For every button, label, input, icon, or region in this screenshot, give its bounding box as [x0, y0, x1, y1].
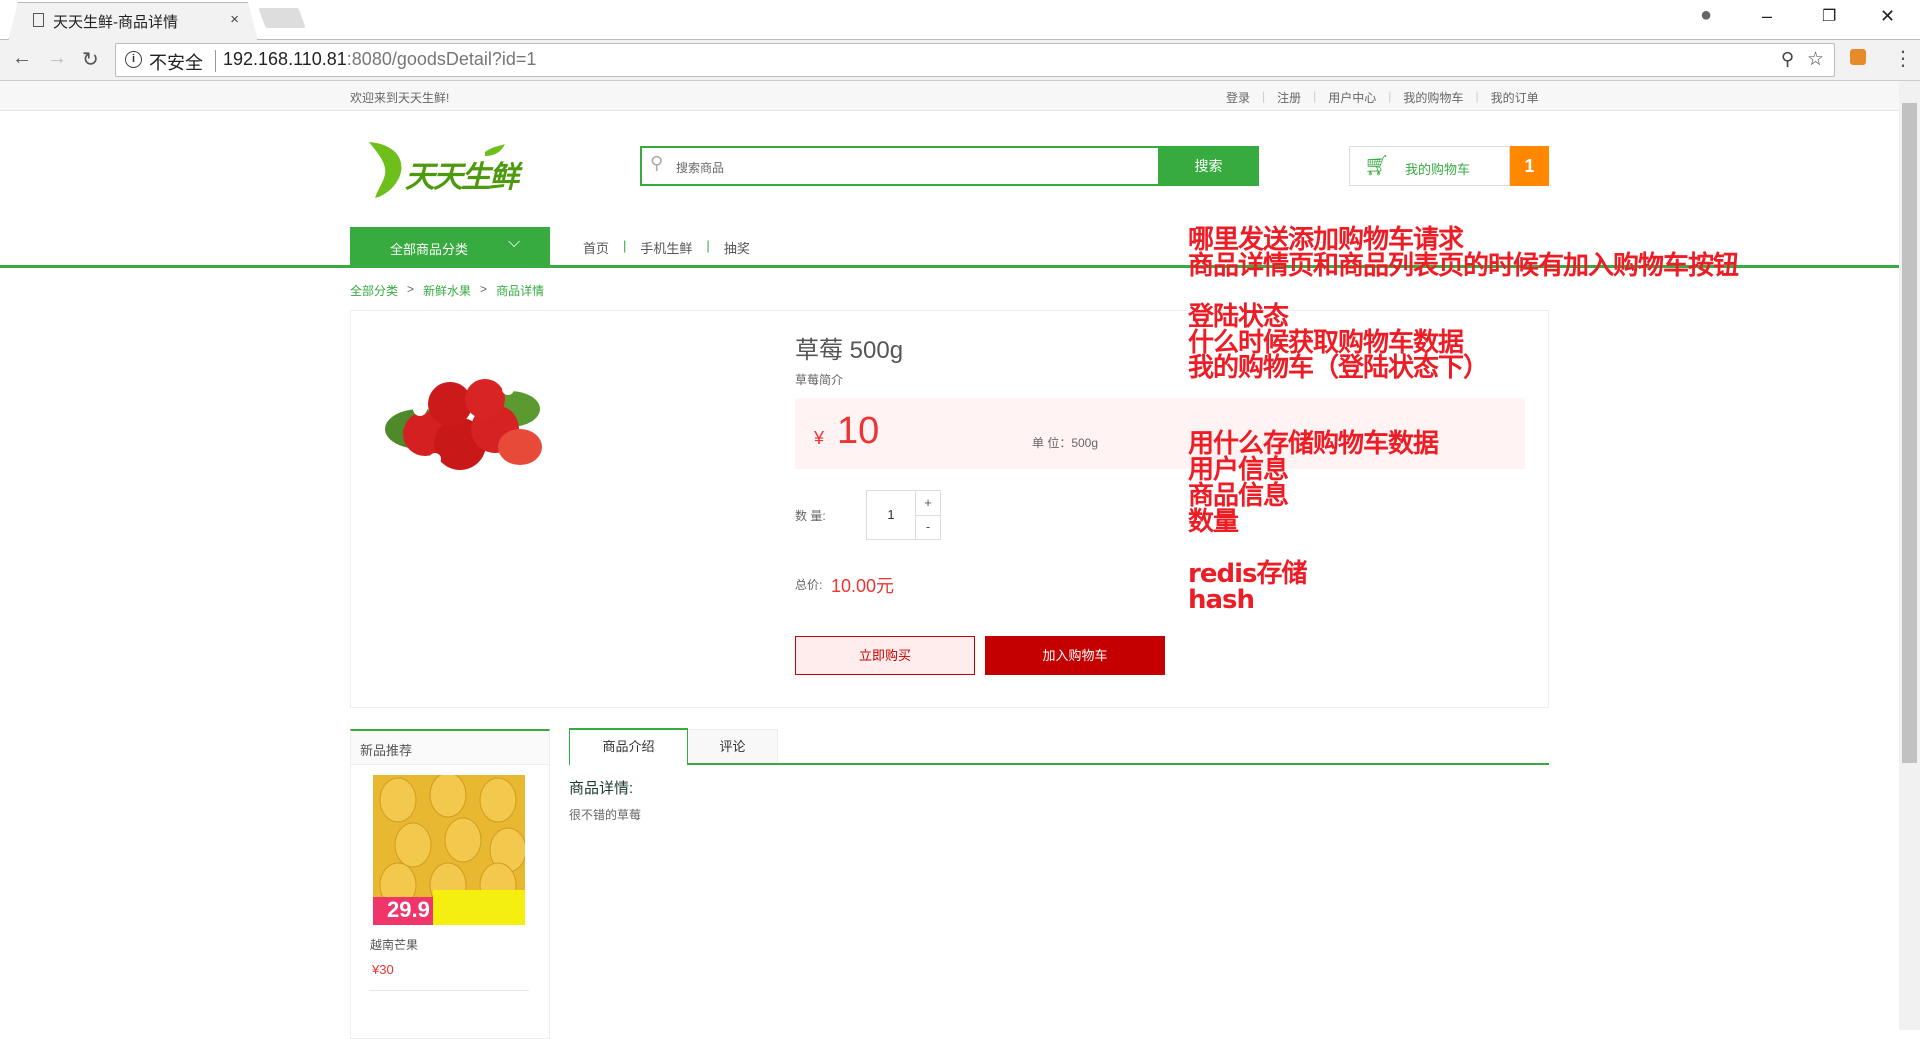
nav-home[interactable]: 首页 — [583, 238, 609, 257]
detail-text: 很不错的草莓 — [569, 808, 642, 822]
close-window-button[interactable]: ✕ — [1880, 6, 1895, 27]
tab-comments[interactable]: 评论 — [687, 729, 778, 764]
tab-underline — [569, 763, 1549, 765]
register-link[interactable]: 注册 — [1277, 89, 1301, 106]
product-brief: 草莓简介 — [795, 373, 844, 387]
product-title: 草莓 500g — [795, 337, 904, 364]
buy-now-button[interactable]: 立即购买 — [795, 636, 975, 675]
total-label: 总价: — [795, 578, 823, 592]
annotation: 用户信息 — [1188, 455, 1289, 485]
minimize-button[interactable]: – — [1762, 6, 1772, 27]
url-path: :8080/goodsDetail?id=1 — [346, 49, 537, 69]
search-icon: ⚲ — [650, 153, 664, 173]
profile-icon[interactable]: ● — [1700, 4, 1712, 27]
breadcrumb: 全部分类 > 新鲜水果 > 商品详情 — [350, 282, 545, 299]
login-link[interactable]: 登录 — [1226, 89, 1250, 106]
quantity-plus-button[interactable]: + — [915, 490, 941, 516]
total-price: 10.00元 — [831, 576, 895, 596]
annotation: 商品详情页和商品列表页的时候有加入购物车按钮 — [1188, 251, 1739, 281]
tab-product-intro[interactable]: 商品介绍 — [569, 728, 688, 765]
insecure-label: 不安全 — [149, 53, 203, 73]
quantity-label: 数 量: — [795, 509, 826, 523]
annotation: 哪里发送添加购物车请求 — [1188, 225, 1464, 255]
promo-price: 29.9 — [387, 897, 430, 922]
all-categories-menu[interactable]: 全部商品分类 ⌵ — [350, 227, 550, 266]
mango-image[interactable]: 29.9 — [373, 775, 525, 925]
site-logo[interactable]: 天天生鲜 — [365, 138, 525, 200]
panel-title: 新品推荐 — [351, 731, 549, 765]
back-icon[interactable]: ← — [12, 47, 32, 70]
my-orders-link[interactable]: 我的订单 — [1491, 89, 1539, 106]
main-nav: 首页 | 手机生鲜 | 抽奖 — [583, 238, 750, 257]
product-price: 10 — [837, 410, 880, 452]
restore-button[interactable]: ❐ — [1822, 6, 1836, 26]
quantity-input[interactable]: 1 — [866, 490, 916, 540]
url-input[interactable]: i 不安全 192.168.110.81:8080/goodsDetail?id… — [115, 43, 1835, 77]
tab-title: 天天生鲜-商品详情 — [53, 14, 178, 31]
cart-label: 我的购物车 — [1405, 162, 1471, 177]
url-text: 192.168.110.81:8080/goodsDetail?id=1 — [223, 49, 536, 70]
browser-tab-bar: 天天生鲜-商品详情 × ● – ❐ ✕ — [0, 0, 1920, 41]
add-to-cart-button[interactable]: 加入购物车 — [985, 636, 1165, 675]
close-tab-icon[interactable]: × — [230, 11, 239, 28]
search-placeholder: 搜索商品 — [676, 161, 725, 175]
annotation: 登陆状态 — [1188, 302, 1289, 332]
menu-icon[interactable]: ⋮ — [1893, 46, 1913, 71]
cart-icon: 🛒︎ — [1364, 155, 1390, 177]
my-cart-link[interactable]: 我的购物车 — [1403, 89, 1463, 106]
annotation: 商品信息 — [1188, 481, 1289, 511]
breadcrumb-detail[interactable]: 商品详情 — [496, 282, 544, 299]
top-links: 登录 | 注册 | 用户中心 | 我的购物车 | 我的订单 — [1226, 89, 1539, 106]
page-icon — [33, 13, 44, 27]
breadcrumb-all[interactable]: 全部分类 — [350, 282, 398, 299]
forward-icon[interactable]: → — [47, 47, 67, 70]
welcome-text: 欢迎来到天天生鲜! — [350, 91, 450, 105]
logo-text: 天天生鲜 — [405, 161, 519, 194]
quantity-minus-button[interactable]: - — [915, 515, 941, 540]
detail-heading: 商品详情: — [569, 780, 634, 797]
chevron-down-icon: ⌵ — [508, 234, 521, 251]
user-center-link[interactable]: 用户中心 — [1328, 89, 1376, 106]
category-label: 全部商品分类 — [390, 242, 469, 257]
bookmark-star-icon[interactable]: ☆ — [1807, 48, 1824, 71]
search-input[interactable]: ⚲ 搜索商品 — [640, 146, 1158, 186]
nav-mobile-fresh[interactable]: 手机生鲜 — [640, 238, 692, 257]
annotation: 数量 — [1188, 507, 1239, 537]
recommended-item-price: ¥30 — [372, 962, 394, 977]
divider — [215, 50, 216, 72]
address-bar-row: ← → ↻ i 不安全 192.168.110.81:8080/goodsDet… — [0, 40, 1920, 81]
site-top-bar: 欢迎来到天天生鲜! 登录 | 注册 | 用户中心 | 我的购物车 | 我的订单 — [0, 81, 1899, 111]
breadcrumb-fruit[interactable]: 新鲜水果 — [423, 282, 471, 299]
currency-symbol: ¥ — [814, 428, 825, 448]
cart-button[interactable]: 🛒︎ 我的购物车 — [1349, 146, 1510, 186]
annotation: 用什么存储购物车数据 — [1188, 429, 1439, 459]
scrollbar-thumb[interactable] — [1902, 103, 1917, 763]
annotation: redis存储 — [1188, 559, 1307, 589]
strawberry-image — [385, 379, 542, 470]
new-tab-button[interactable] — [258, 8, 306, 28]
info-icon[interactable]: i — [125, 51, 142, 68]
divider — [369, 990, 529, 991]
cart-count-badge: 1 — [1510, 146, 1549, 186]
url-host: 192.168.110.81 — [223, 49, 347, 69]
zoom-icon[interactable]: ⚲ — [1781, 49, 1794, 70]
extension-fox-icon[interactable] — [1850, 49, 1866, 65]
annotation: 我的购物车（登陆状态下） — [1188, 353, 1489, 383]
annotation: hash — [1188, 585, 1255, 615]
scrollbar[interactable] — [1899, 81, 1920, 1030]
browser-tab[interactable]: 天天生鲜-商品详情 × — [8, 2, 258, 41]
reload-icon[interactable]: ↻ — [82, 47, 99, 72]
recommended-item-name[interactable]: 越南芒果 — [370, 936, 418, 953]
product-unit: 单 位：500g — [1032, 436, 1099, 450]
nav-lottery[interactable]: 抽奖 — [724, 238, 750, 257]
search-button[interactable]: 搜索 — [1158, 146, 1259, 186]
